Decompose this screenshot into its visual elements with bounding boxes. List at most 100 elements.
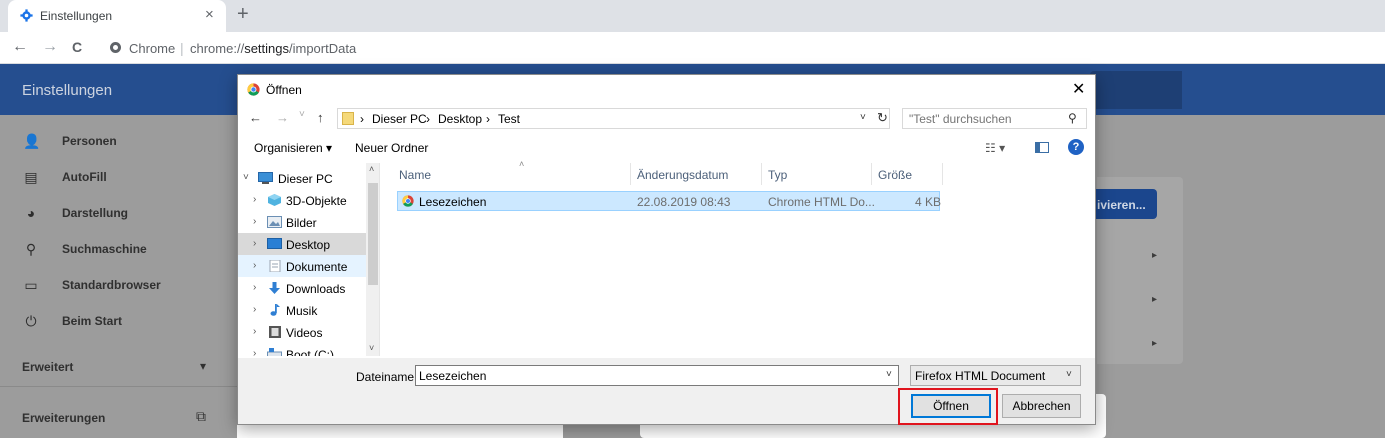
tree-item-downloads[interactable]: › Downloads [238, 277, 366, 299]
address-row: ← → ˅ ↑ › Dieser PC › Desktop › Test ˅ ↻… [238, 105, 1095, 131]
tree-item-videos[interactable]: › Videos [238, 321, 366, 343]
filename-label: Dateiname: [356, 370, 418, 384]
preview-pane-icon[interactable] [1035, 142, 1049, 153]
desktop-icon [267, 238, 282, 249]
close-icon[interactable]: ✕ [1072, 79, 1085, 99]
tree-item-label: Videos [286, 326, 323, 340]
crumb-separator: › [426, 112, 430, 126]
sidebar-item-label: Darstellung [62, 206, 129, 220]
sidebar-item-autofill[interactable]: ▤ AutoFill [0, 159, 237, 195]
column-header-modified[interactable]: Änderungsdatum [631, 163, 762, 185]
search-icon: ⚲ [25, 241, 37, 257]
settings-sidebar: 👤 Personen ▤ AutoFill ◕ Darstellung ⚲ Su… [0, 115, 237, 438]
recent-locations-icon[interactable]: ˅ [299, 109, 305, 120]
column-label: Name [399, 168, 432, 182]
tree-scrollbar[interactable]: ˄ ˅ [366, 163, 379, 356]
settings-search-field[interactable] [1090, 71, 1182, 109]
chevron-up-icon[interactable]: ˄ [369, 164, 374, 174]
chevron-right-icon[interactable]: › [253, 216, 256, 227]
filetype-value: Firefox HTML Document [915, 369, 1046, 383]
tree-item-3d-objekte[interactable]: › 3D-Objekte [238, 189, 366, 211]
chevron-right-icon[interactable]: › [253, 304, 256, 315]
sidebar-item-darstellung[interactable]: ◕ Darstellung [0, 195, 237, 231]
column-header-type[interactable]: Typ [762, 163, 872, 185]
settings-title: Einstellungen [22, 82, 113, 99]
site-chip: Chrome [129, 41, 176, 56]
column-header-name[interactable]: Name ˄ [393, 159, 631, 185]
chevron-right-icon[interactable]: › [253, 282, 256, 293]
tree-item-desktop[interactable]: › Desktop [238, 233, 366, 255]
breadcrumb-desktop[interactable]: Desktop [438, 112, 482, 126]
sidebar-item-label: AutoFill [62, 170, 107, 184]
search-input[interactable] [903, 109, 1063, 128]
chrome-logo-icon [247, 83, 260, 96]
command-bar: Organisieren ▾ Neuer Ordner ☷ ▾ ? [238, 133, 1095, 161]
sidebar-advanced[interactable]: Erweitert [22, 360, 73, 374]
sidebar-extensions[interactable]: Erweiterungen [22, 411, 105, 425]
back-arrow-icon[interactable]: ← [249, 110, 262, 125]
chevron-down-icon[interactable]: ˅ [243, 172, 249, 183]
folder-search[interactable]: ⚲ [902, 108, 1087, 129]
chevron-right-icon[interactable]: › [253, 348, 256, 356]
chevron-right-icon[interactable]: ▸ [1152, 338, 1157, 349]
column-header-size[interactable]: Größe [872, 163, 943, 185]
tree-item-dokumente[interactable]: › Dokumente [238, 255, 366, 277]
view-options-icon[interactable]: ☷ ▾ [985, 141, 1005, 155]
crumb-separator: › [360, 112, 364, 126]
chevron-right-icon[interactable]: ▸ [1152, 250, 1157, 261]
help-icon[interactable]: ? [1068, 139, 1084, 155]
chevron-down-icon[interactable]: ˅ [886, 369, 892, 380]
path-bar[interactable]: › Dieser PC › Desktop › Test ˅ ↻ [337, 108, 890, 129]
refresh-icon[interactable]: ↻ [877, 110, 888, 126]
sidebar-item-personen[interactable]: 👤 Personen [0, 123, 237, 159]
back-arrow-icon[interactable]: ← [12, 38, 28, 56]
chevron-down-icon[interactable]: ˅ [369, 343, 374, 353]
tree-item-bilder[interactable]: › Bilder [238, 211, 366, 233]
chevron-right-icon[interactable]: › [253, 238, 256, 249]
sidebar-item-beim-start[interactable]: ⏻ Beim Start [0, 303, 237, 339]
breadcrumb-test[interactable]: Test [498, 112, 520, 126]
forward-arrow-icon[interactable]: → [42, 38, 58, 56]
navigation-pane: ˅ Dieser PC › 3D-Objekte › Bilder › Desk… [238, 163, 380, 356]
tab-einstellungen[interactable]: Einstellungen × [8, 0, 226, 32]
organize-button[interactable]: Organisieren ▾ [254, 141, 332, 155]
up-arrow-icon[interactable]: ↑ [317, 110, 324, 125]
chevron-down-icon[interactable]: ˅ [860, 112, 866, 123]
filename-field[interactable] [416, 366, 876, 385]
tree-item-label: Dieser PC [278, 172, 333, 186]
browser-window-icon: ▭ [24, 277, 38, 293]
address-bar[interactable]: Chrome | chrome://settings/importData [100, 36, 1380, 60]
activate-button[interactable]: ivieren... [1095, 189, 1157, 219]
tree-item-label: Boot (C:) [286, 348, 335, 356]
omnibox-separator: | [180, 40, 184, 56]
chevron-right-icon[interactable]: › [253, 194, 256, 205]
sidebar-item-suchmaschine[interactable]: ⚲ Suchmaschine [0, 231, 237, 267]
file-name: Lesezeichen [419, 195, 487, 209]
filename-combobox[interactable]: ˅ [415, 365, 899, 386]
chevron-down-icon[interactable]: ▾ [200, 359, 206, 373]
scrollbar-thumb[interactable] [368, 183, 378, 285]
chevron-right-icon[interactable]: › [253, 326, 256, 337]
file-row-lesezeichen[interactable]: Lesezeichen 22.08.2019 08:43 Chrome HTML… [397, 191, 941, 211]
filetype-select[interactable]: Firefox HTML Document ˅ [910, 365, 1081, 386]
downloads-icon [269, 282, 280, 294]
sidebar-item-label: Standardbrowser [62, 278, 161, 292]
tree-item-boot-c[interactable]: › Boot (C:) [238, 343, 366, 356]
search-icon[interactable]: ⚲ [1068, 111, 1077, 125]
tree-item-dieser-pc[interactable]: ˅ Dieser PC [238, 167, 366, 189]
tree-item-label: 3D-Objekte [286, 194, 347, 208]
chevron-right-icon[interactable]: ▸ [1152, 294, 1157, 305]
cancel-button[interactable]: Abbrechen [1002, 394, 1081, 418]
forward-arrow-icon[interactable]: → [276, 110, 289, 125]
reload-icon[interactable]: C [72, 39, 82, 55]
new-folder-button[interactable]: Neuer Ordner [355, 141, 428, 155]
open-external-icon[interactable]: ⧉ [196, 408, 206, 425]
sidebar-item-standardbrowser[interactable]: ▭ Standardbrowser [0, 267, 237, 303]
breadcrumb-dieser-pc[interactable]: Dieser PC [372, 112, 427, 126]
tree-item-musik[interactable]: › Musik [238, 299, 366, 321]
chevron-down-icon[interactable]: ˅ [1066, 369, 1072, 380]
open-button[interactable]: Öffnen [911, 394, 991, 418]
new-tab-button[interactable]: + [237, 3, 249, 26]
close-tab-icon[interactable]: × [205, 6, 214, 23]
chevron-right-icon[interactable]: › [253, 260, 256, 271]
